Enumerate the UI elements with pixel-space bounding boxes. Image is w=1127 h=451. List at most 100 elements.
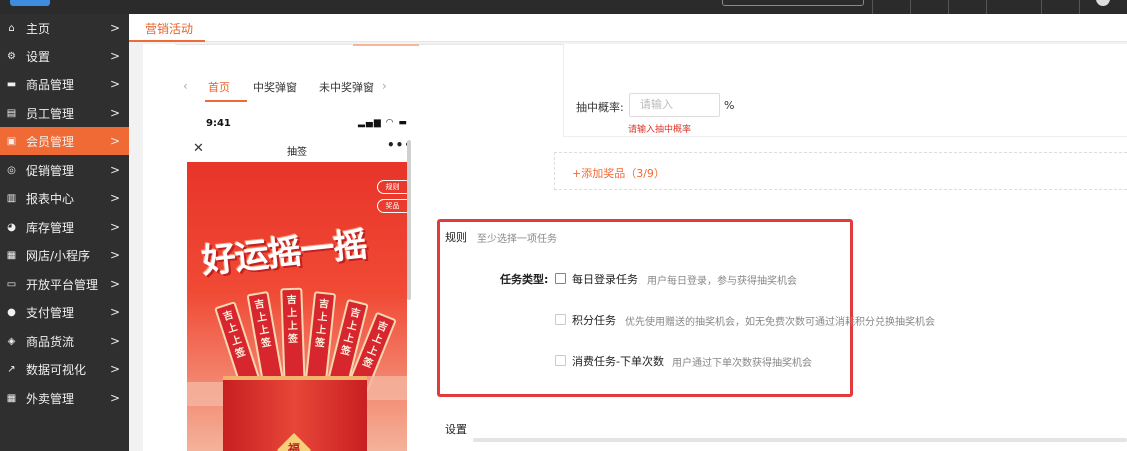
divider <box>986 0 987 14</box>
task-description: 优先使用赠送的抽奖机会，如无免费次数可通过消耗积分兑换抽奖机会 <box>625 317 935 328</box>
stick-char: 上 <box>286 307 298 320</box>
lottery-poster: 规则 奖品 好运摇一摇 吉上上签 吉上上签 吉上上签 吉上上签 吉上上签 吉上上… <box>187 162 407 451</box>
chevron-right-icon: > <box>109 334 120 348</box>
stick-char: 签 <box>260 337 273 350</box>
task-description: 用户每日登录，参与获得抽奖机会 <box>647 276 797 287</box>
task-name: 积分任务 <box>572 314 616 327</box>
stick-char: 上 <box>317 311 329 324</box>
task-checkbox-daily-login[interactable] <box>555 273 566 284</box>
flow-icon: ◈ <box>7 335 16 347</box>
preview-scrollbar[interactable] <box>407 140 411 300</box>
sidebar: ⌂ 主页 > ⚙ 设置 > ▬ 商品管理 > ▤ 员工管理 > ▣ 会员管理 >… <box>0 14 129 451</box>
sidebar-item-home[interactable]: ⌂ 主页 > <box>0 14 129 42</box>
sidebar-item-promotions[interactable]: ◎ 促销管理 > <box>0 156 129 184</box>
task-description: 用户通过下单次数获得抽奖机会 <box>672 358 812 369</box>
sidebar-item-label: 网店/小程序 <box>26 248 91 263</box>
active-tab-indicator <box>129 40 205 42</box>
chevron-left-icon[interactable]: ‹ <box>183 79 188 93</box>
preview-tab-home[interactable]: 首页 <box>208 79 230 95</box>
probability-input[interactable]: 请输入 <box>629 93 720 117</box>
stick-char: 签 <box>314 337 326 350</box>
add-prize-label: +添加奖品（3/9） <box>572 167 665 180</box>
prize-card: 抽中概率: 请输入 % 请输入抽中概率 <box>563 44 1127 137</box>
task-type-label: 任务类型: <box>500 273 549 286</box>
chevron-right-icon[interactable]: › <box>382 79 387 93</box>
chevron-right-icon: > <box>109 248 120 262</box>
divider <box>1041 0 1042 14</box>
phone-preview: 9:41 ▂▄▆ ◠ ▬ ✕ 抽签 ••• 规则 奖品 好运摇一摇 吉上上签 吉… <box>187 110 412 451</box>
member-icon: ▣ <box>6 135 17 147</box>
stick-char: 吉 <box>286 294 297 307</box>
highlight-frame <box>437 219 853 397</box>
signal-wifi-battery-icon: ▂▄▆ ◠ ▬ <box>358 118 408 128</box>
chevron-right-icon: > <box>109 77 120 91</box>
pie-icon: ◕ <box>7 221 16 233</box>
rules-hint: 至少选择一项任务 <box>477 234 557 245</box>
sidebar-item-payment[interactable]: ● 支付管理 > <box>0 298 129 326</box>
chevron-right-icon: > <box>109 220 120 234</box>
poster-headline: 好运摇一摇 <box>200 224 369 282</box>
stick-char: 上 <box>287 320 298 333</box>
sidebar-item-members[interactable]: ▣ 会员管理 > <box>0 127 129 155</box>
chevron-right-icon: > <box>109 49 120 63</box>
sidebar-item-label: 员工管理 <box>26 106 75 121</box>
content-panel: ‹ 首页 中奖弹窗 未中奖弹窗 › 9:41 ▂▄▆ ◠ ▬ ✕ 抽签 ••• … <box>143 44 1127 451</box>
divider <box>1079 0 1080 14</box>
sidebar-item-label: 商品货流 <box>26 334 75 349</box>
preview-tab-indicator <box>205 100 247 102</box>
sidebar-item-label: 商品管理 <box>26 77 75 92</box>
probability-label: 抽中概率: <box>576 101 624 114</box>
stick-char: 签 <box>287 333 299 346</box>
sidebar-item-products[interactable]: ▬ 商品管理 > <box>0 70 129 98</box>
sidebar-item-goods-flow[interactable]: ◈ 商品货流 > <box>0 327 129 355</box>
tab-marketing[interactable]: 营销活动 <box>145 20 193 37</box>
sidebar-item-inventory[interactable]: ◕ 库存管理 > <box>0 213 129 241</box>
sidebar-item-online-store[interactable]: ▦ 网店/小程序 > <box>0 241 129 269</box>
stick-char: 上 <box>315 324 327 337</box>
divider <box>948 0 949 14</box>
sidebar-item-settings[interactable]: ⚙ 设置 > <box>0 42 129 70</box>
divider <box>175 44 353 45</box>
chevron-right-icon: > <box>109 362 120 376</box>
sidebar-item-label: 报表中心 <box>26 191 75 206</box>
chevron-right-icon: > <box>109 134 120 148</box>
percent-unit: % <box>724 99 735 112</box>
prize-pill-button[interactable]: 奖品 <box>377 199 407 213</box>
app-logo[interactable] <box>10 0 50 6</box>
task-checkbox-points[interactable] <box>555 314 566 325</box>
lottery-stick: 吉上上签 <box>280 287 306 389</box>
rules-section-title: 规则 <box>445 231 467 244</box>
sidebar-item-staff[interactable]: ▤ 员工管理 > <box>0 99 129 127</box>
task-checkbox-orders[interactable] <box>555 355 566 366</box>
check-circle-icon: ◎ <box>7 164 16 176</box>
sidebar-item-open-platform[interactable]: ▭ 开放平台管理 > <box>0 270 129 298</box>
top-search-box[interactable] <box>722 0 864 6</box>
id-card-icon: ▤ <box>6 107 17 119</box>
add-prize-button[interactable]: +添加奖品（3/9） <box>554 152 1127 190</box>
chevron-right-icon: > <box>109 106 120 120</box>
stick-char: 吉 <box>318 298 330 311</box>
chevron-right-icon: > <box>109 391 120 405</box>
page-tab-bar: 营销活动 <box>129 14 1127 42</box>
sidebar-item-delivery[interactable]: ▦ 外卖管理 > <box>0 384 129 412</box>
chevron-right-icon: > <box>109 305 120 319</box>
sidebar-item-label: 设置 <box>26 49 51 64</box>
top-bar <box>0 0 1127 14</box>
user-avatar[interactable] <box>1096 0 1110 6</box>
chevron-right-icon: > <box>109 277 120 291</box>
stick-char: 签 <box>234 346 247 361</box>
preview-tab-lose[interactable]: 未中奖弹窗 <box>319 79 374 95</box>
main-area: 营销活动 ‹ 首页 中奖弹窗 未中奖弹窗 › 9:41 ▂▄▆ ◠ ▬ ✕ 抽签… <box>129 14 1127 451</box>
gear-icon: ⚙ <box>7 50 16 62</box>
chevron-right-icon: > <box>109 21 120 35</box>
divider <box>353 44 419 46</box>
sidebar-item-reports[interactable]: ▥ 报表中心 > <box>0 184 129 212</box>
preview-tab-win[interactable]: 中奖弹窗 <box>253 79 297 95</box>
settings-section-title: 设置 <box>445 423 467 436</box>
close-icon[interactable]: ✕ <box>193 141 204 156</box>
preview-tabs: ‹ 首页 中奖弹窗 未中奖弹窗 › <box>183 77 393 102</box>
status-time: 9:41 <box>206 118 231 129</box>
monitor-icon: ▭ <box>6 278 17 290</box>
sidebar-item-data-viz[interactable]: ↗ 数据可视化 > <box>0 355 129 383</box>
rules-pill-button[interactable]: 规则 <box>377 180 407 194</box>
